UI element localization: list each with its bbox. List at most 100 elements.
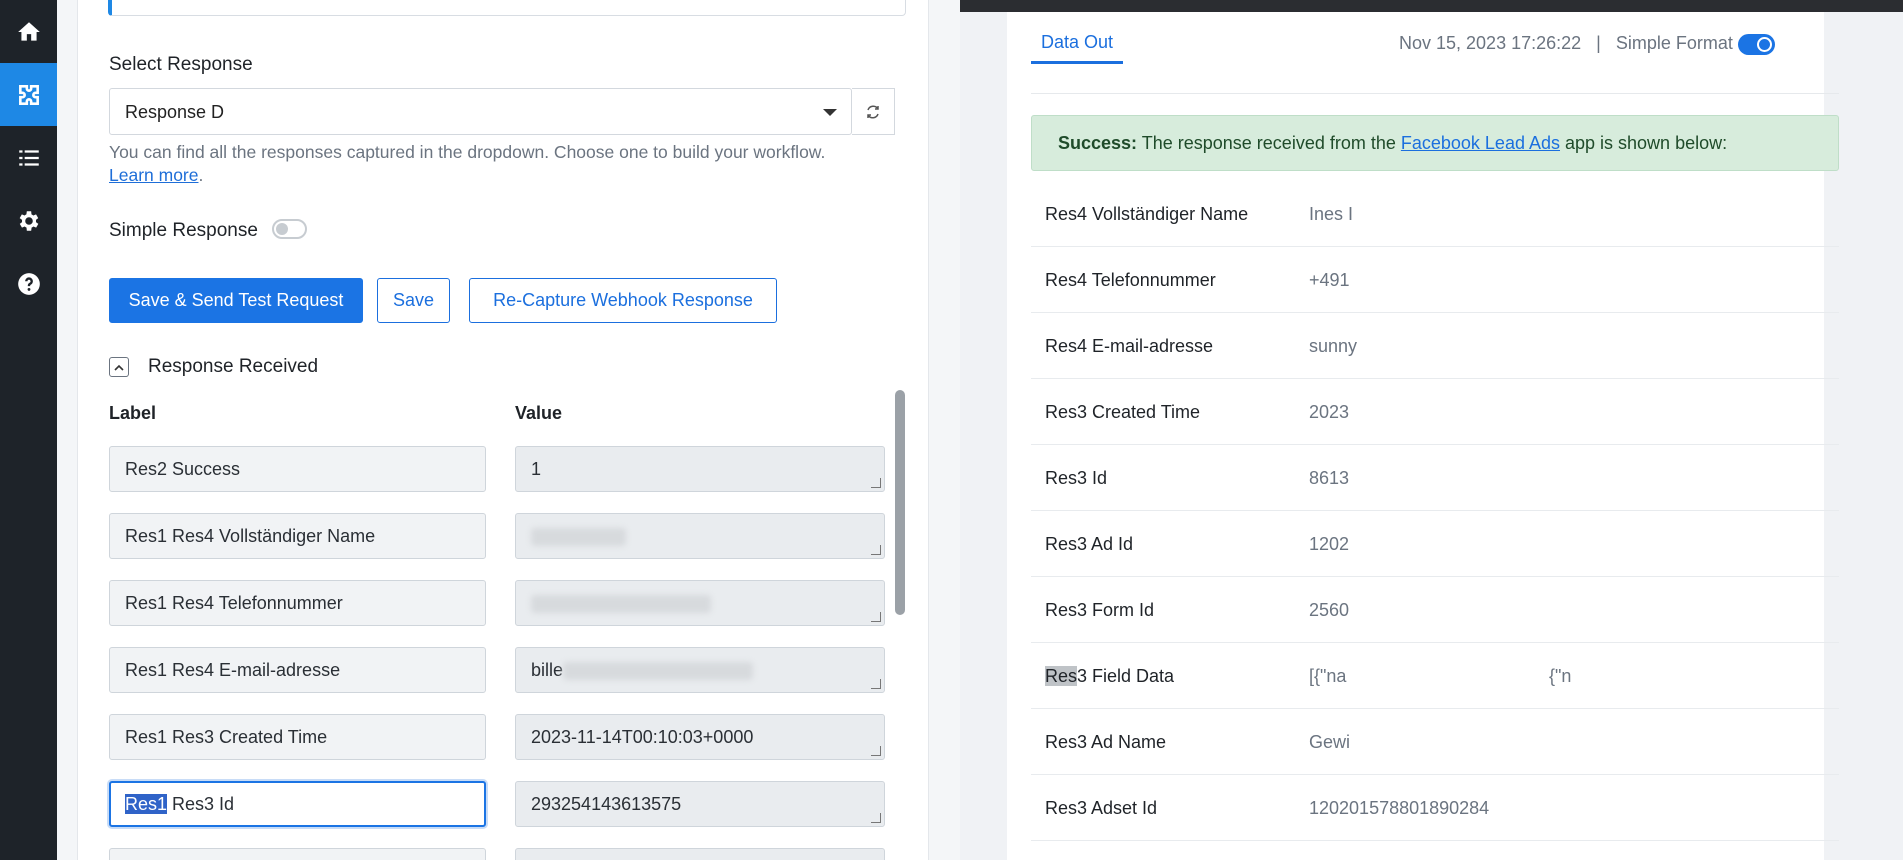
table-row: Res3 Form Id 2560 [1031,577,1839,643]
help-text: You can find all the responses captured … [109,142,826,162]
table-row: Res4 E-mail-adresse sunny [1031,313,1839,379]
facebook-lead-ads-link[interactable]: Facebook Lead Ads [1401,133,1560,153]
row-value-tail: {"n [1549,666,1572,686]
table-row: Res3 Id 8613 [1031,445,1839,511]
key-highlight: Res [1045,666,1078,686]
table-row: Res3 Field Data [{"na {"n [1031,643,1839,709]
row-key: Res3 Form Id [1045,600,1155,620]
alert-text-after: app is shown below: [1560,133,1728,153]
table-row: Res4 Vollständiger Name Ines I [1031,181,1839,247]
sidebar-item-help[interactable] [0,252,57,315]
value-input[interactable]: 2023-11-14T00:10:03+0000 [515,714,885,760]
value-text: 2023-11-14T00:10:03+0000 [531,727,754,747]
window-topbar [960,0,1903,12]
save-button[interactable]: Save [377,278,450,323]
row-key: Res4 E-mail-adresse [1045,336,1214,356]
label-input[interactable]: Res1 Res4 E-mail-adresse [109,647,486,693]
meta-separator: | [1596,33,1601,53]
alert-strong: Success: [1058,133,1138,153]
value-column-header: Value [515,403,563,423]
value-text: bille [531,660,564,680]
value-input[interactable]: 293254143613575 [515,781,885,827]
row-value: 120201578801890284 [1309,798,1490,818]
table-row: Res1 Res4 Telefonnummer [78,580,930,635]
chevron-up-icon [114,364,124,371]
data-out-rows: Res4 Vollständiger Name Ines I Res4 Telef… [1031,181,1839,841]
sidebar-item-home[interactable] [0,0,57,63]
label-column-header: Label [109,403,157,423]
simple-format-label: Simple Format [1615,33,1733,53]
value-input[interactable] [515,513,885,559]
settings-icon [19,210,38,231]
alert-text-before: The response received from the [1137,133,1401,153]
select-response-help: You can find all the responses captured … [109,142,826,185]
select-response-value: Response D [125,102,225,122]
integrations-icon [18,84,39,105]
row-key: Res3 Created Time [1045,402,1201,422]
rows-scrollbar[interactable] [895,390,905,615]
simple-format-toggle[interactable] [1738,34,1775,55]
value-input[interactable]: bille [515,647,885,693]
save-send-test-button[interactable]: Save & Send Test Request [109,278,363,323]
select-response-dropdown[interactable]: Response D [109,88,852,135]
refresh-icon [867,104,879,119]
resize-handle-icon[interactable] [871,478,881,488]
value-input[interactable] [515,580,885,626]
value-input[interactable]: 1 [515,446,885,492]
row-value: [{"na [1309,666,1347,686]
collapse-response-button[interactable] [109,357,129,377]
row-value: Ines I [1309,204,1354,224]
sidebar [0,0,57,860]
value-text: 1 [531,459,542,479]
label-input[interactable]: Res1 Res3 Created Time [109,714,486,760]
sidebar-item-tasks[interactable] [0,126,57,189]
label-input[interactable]: Res2 Success [109,446,486,492]
data-out-card: Data Out Nov 15, 2023 17:26:22 | Simple … [1007,12,1839,860]
response-meta: Nov 15, 2023 17:26:22 | Simple Format [1399,33,1733,54]
row-key: Res3 Ad Name [1045,732,1167,752]
resize-handle-icon[interactable] [871,612,881,622]
tab-data-out[interactable]: Data Out [1031,32,1124,64]
chevron-down-icon [823,109,837,116]
table-row: Res3 Ad Id 1202 [1031,511,1839,577]
home-icon [17,21,40,41]
header-divider [1031,93,1839,94]
label-text: Res3 Id [167,794,235,814]
learn-more-link[interactable]: Learn more [109,165,199,185]
refresh-button[interactable] [852,88,895,135]
resize-handle-icon[interactable] [871,746,881,756]
redacted-value [531,595,711,614]
row-key: Res4 Telefonnummer [1045,270,1216,290]
row-value: 2023 [1309,402,1350,422]
resize-handle-icon[interactable] [871,679,881,689]
resize-handle-icon[interactable] [871,813,881,823]
table-row: Res2 Success 1 [78,446,930,501]
response-rows: Res2 Success 1 Res1 Res4 Vollständiger N… [78,440,930,860]
key-rest: 3 Field Data [1077,666,1175,686]
value-input[interactable] [515,848,885,860]
table-row: Res3 Adset Id 120201578801890284 [1031,775,1839,841]
resize-handle-icon[interactable] [871,545,881,555]
sidebar-item-integrations[interactable] [0,63,57,126]
label-input[interactable]: Res1 Res4 Vollständiger Name [109,513,486,559]
label-input[interactable]: Res1 Res4 Telefonnummer [109,580,486,626]
simple-response-label: Simple Response [109,220,258,241]
sidebar-item-settings[interactable] [0,189,57,252]
table-row: Res1 Res3 Created Time 2023-11-14T00:10:… [78,714,930,769]
table-row: Res1 Res4 E-mail-adresse bille [78,647,930,702]
value-text: 293254143613575 [531,794,682,814]
response-timestamp: Nov 15, 2023 17:26:22 [1399,33,1582,53]
table-row: Res3 Created Time 2023 [1031,379,1839,445]
table-row: Res1 Res3 Id 293254143613575 [78,781,930,836]
success-alert: Success: The response received from the … [1031,115,1839,171]
recapture-webhook-button[interactable]: Re-Capture Webhook Response [469,278,777,323]
table-row: Res1 Res4 Vollständiger Name [78,513,930,568]
label-input[interactable]: Res1 Res3 Id [109,781,486,827]
row-key: Res3 Ad Id [1045,534,1134,554]
row-value: Gewi [1309,732,1351,752]
row-value: +491 [1309,270,1350,290]
webhook-url-field[interactable] [108,0,906,16]
workflow-step-panel: Select Response Response D You can find … [57,0,1016,860]
label-input[interactable] [109,848,486,860]
simple-response-toggle[interactable] [272,219,307,239]
